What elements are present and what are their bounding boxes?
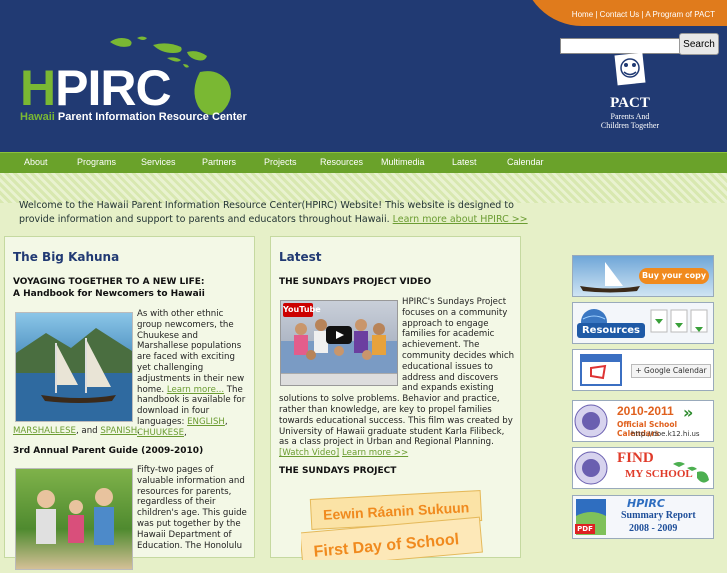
home-link[interactable]: Home (572, 10, 593, 19)
logo-h: H (20, 60, 56, 116)
logo-pirc: PIRC (55, 60, 171, 116)
top-links: Home | Contact Us | A Program of PACT (571, 10, 715, 19)
voyaging-text-a: As with other ethnic group newcomers, th… (137, 309, 245, 395)
big-kahuna-title: The Big Kahuna (13, 250, 120, 264)
sundays-learn-more-link[interactable]: Learn more >> (342, 448, 408, 458)
school-cal-url: http://doe.k12.hi.us (631, 430, 700, 438)
pact-word: PACT (610, 95, 650, 111)
calendar-icon (580, 354, 622, 386)
sundays-video-title: THE SUNDAYS PROJECT VIDEO (279, 277, 432, 287)
find-label: FIND (617, 450, 654, 466)
nav-partners[interactable]: Partners (202, 157, 236, 167)
parent-guide-title: 3rd Annual Parent Guide (2009-2010) (13, 446, 204, 456)
latest-panel: Latest THE SUNDAYS PROJECT VIDEO YouTube… (270, 236, 521, 560)
sundays-booklet-image[interactable]: Eewin Ráanin Sukuun First Day of School (301, 490, 491, 560)
nav-services[interactable]: Services (141, 157, 176, 167)
buy-your-copy-label: Buy your copy (639, 268, 709, 284)
find-my-school-banner[interactable]: FIND MY SCHOOL (572, 447, 714, 489)
doe-seal-icon-2 (574, 451, 608, 485)
nav-latest[interactable]: Latest (452, 157, 477, 167)
nav-calendar[interactable]: Calendar (507, 157, 544, 167)
download-arrows-icon (650, 309, 708, 333)
search-button[interactable]: Search (679, 33, 719, 55)
my-school-label: MY SCHOOL (625, 468, 693, 480)
voyaging-title-line1: VOYAGING TOGETHER TO A NEW LIFE: (13, 277, 205, 287)
watch-video-link[interactable]: [Watch Video] (279, 448, 339, 458)
school-calendars-banner[interactable]: 2010-2011 » Official School Calendars ht… (572, 400, 714, 442)
nav-about[interactable]: About (24, 157, 48, 167)
canoe-photo[interactable] (15, 312, 133, 422)
lang-and-text: and (81, 426, 98, 436)
logo-subtitle: Parent Information Resource Center (57, 111, 247, 123)
pact-emblem-icon (614, 52, 646, 86)
main-nav: About Programs Services Partners Project… (0, 152, 727, 174)
pdf-badge: PDF (575, 524, 595, 534)
school-cal-year: 2010-2011 (617, 404, 674, 418)
resources-label: Resources (577, 323, 645, 338)
latest-title: Latest (279, 250, 322, 264)
report-years: 2008 - 2009 (629, 523, 678, 534)
nav-multimedia[interactable]: Multimedia (381, 157, 425, 167)
sundays-project-title: THE SUNDAYS PROJECT (279, 466, 397, 476)
nav-projects[interactable]: Projects (264, 157, 297, 167)
hpirc-logo[interactable]: HPIRC Hawaii Parent Information Resource… (20, 63, 247, 123)
pact-logo[interactable]: PACT Parents And Children Together (575, 50, 685, 130)
pact-subtitle-1: Parents And (610, 112, 650, 121)
nav-programs[interactable]: Programs (77, 157, 116, 167)
welcome-message: Welcome to the Hawaii Parent Information… (19, 199, 539, 227)
voyaging-learn-more-link[interactable]: Learn more... (167, 385, 224, 395)
nav-resources[interactable]: Resources (320, 157, 363, 167)
voyaging-title-line2: A Handbook for Newcomers to Hawaii (13, 289, 205, 299)
google-calendar-label: + Google Calendar (631, 364, 711, 378)
resources-banner[interactable]: Resources (572, 302, 714, 344)
big-kahuna-panel: The Big Kahuna VOYAGING TOGETHER TO A NE… (4, 236, 255, 570)
canoe-image-icon (16, 328, 132, 421)
family-photo[interactable] (15, 468, 133, 570)
contact-us-link[interactable]: Contact Us (600, 10, 640, 19)
logo-subtitle-prefix: Hawaii (20, 111, 55, 123)
pact-subtitle-2: Children Together (600, 121, 660, 130)
site-header: Home | Contact Us | A Program of PACT Se… (0, 0, 727, 152)
report-brand: HPIRC (627, 497, 665, 510)
buy-your-copy-banner[interactable]: Buy your copy (572, 255, 714, 297)
family-image-icon (36, 488, 114, 545)
parent-guide-text: Fifty-two pages of valuable information … (137, 465, 247, 551)
lang-spanish-link[interactable]: SPANISH (100, 426, 137, 436)
summary-report-banner[interactable]: PDF HPIRC Summary Report 2008 - 2009 (572, 495, 714, 539)
sundays-video-text-wrap: HPIRC's Sundays Project focuses on a com… (279, 297, 515, 459)
google-calendar-banner[interactable]: + Google Calendar (572, 349, 714, 391)
learn-more-about-link[interactable]: Learn more about HPIRC >> (393, 214, 528, 225)
canoe-thumb-icon (580, 262, 640, 293)
lang-marshallese-link[interactable]: MARSHALLESE (13, 426, 76, 436)
doe-seal-icon (574, 404, 608, 438)
report-title: Summary Report (621, 510, 696, 521)
program-of-pact-link[interactable]: A Program of PACT (645, 10, 715, 19)
